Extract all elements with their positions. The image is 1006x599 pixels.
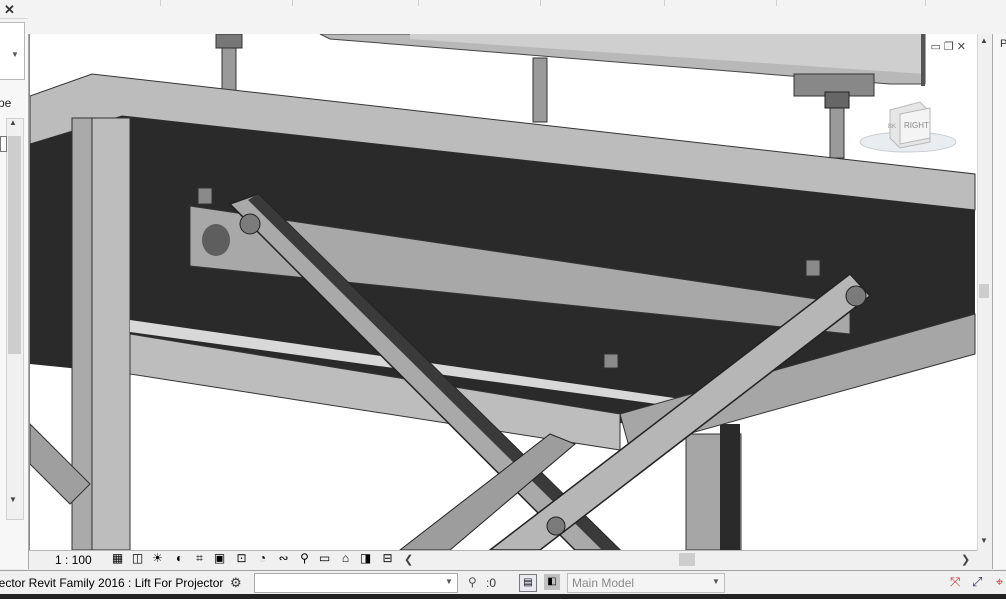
hide-crop-icon[interactable]: ⊟ xyxy=(380,552,395,565)
window-edge xyxy=(0,594,1006,599)
scrollbar-thumb[interactable] xyxy=(979,284,989,298)
close-icon[interactable]: ✕ xyxy=(4,2,24,17)
scroll-down-icon[interactable]: ▼ xyxy=(980,536,988,545)
ribbon-divider xyxy=(160,0,161,6)
scrollbar-thumb[interactable] xyxy=(8,136,21,354)
model-viewport[interactable]: RIGHT BK ▭❐✕ xyxy=(29,34,977,550)
view-cube[interactable]: RIGHT BK xyxy=(859,101,957,153)
project-browser-panel xyxy=(992,34,1006,569)
select-links-icon[interactable]: ⤧ xyxy=(950,574,960,590)
scroll-up-icon[interactable]: ▲ xyxy=(9,118,17,127)
property-checkbox[interactable] xyxy=(0,136,7,152)
scroll-down-icon[interactable]: ▼ xyxy=(9,495,17,504)
ribbon-divider xyxy=(418,0,419,6)
ribbon-strip xyxy=(0,0,1006,35)
ribbon-divider xyxy=(292,0,293,6)
ribbon-divider xyxy=(664,0,665,6)
crop-view-icon[interactable]: ⌗ xyxy=(192,552,207,565)
viewport-window-buttons[interactable]: ▭❐✕ xyxy=(931,40,969,53)
scrollbar-thumb[interactable] xyxy=(679,553,695,566)
temporary-hide-icon[interactable]: ◔ xyxy=(255,552,270,565)
scroll-left-icon[interactable]: ❮ xyxy=(404,553,413,566)
workset-combo[interactable] xyxy=(254,573,458,593)
worksharing-icon[interactable]: ◨ xyxy=(358,552,373,565)
reveal-hidden-icon[interactable]: ∾ xyxy=(276,552,291,565)
model-combo-value[interactable]: Main Model xyxy=(572,576,634,590)
ribbon-divider xyxy=(540,0,541,6)
unlock-3d-icon[interactable]: ⊡ xyxy=(234,552,249,565)
chevron-down-icon[interactable]: ▼ xyxy=(445,577,453,586)
select-pinned-icon[interactable]: ⌖ xyxy=(996,574,1003,590)
lift-model-render: RIGHT BK xyxy=(30,34,976,550)
render-icon[interactable]: ⌂ xyxy=(338,552,353,565)
analytical-model-icon[interactable]: ⚲ xyxy=(297,552,312,565)
show-crop-icon[interactable]: ▣ xyxy=(212,552,227,565)
design-options-icon[interactable]: ▤ xyxy=(519,574,537,592)
selection-count: :0 xyxy=(486,576,497,590)
editable-only-icon[interactable]: ◧ xyxy=(544,574,560,590)
highlight-displacement-icon[interactable]: ▭ xyxy=(317,552,332,565)
scroll-up-icon[interactable]: ▲ xyxy=(980,36,988,45)
select-underlay-icon[interactable]: ⤢ xyxy=(972,574,982,590)
panel-divider xyxy=(0,18,28,19)
filter-icon[interactable]: ⚲ xyxy=(468,575,477,589)
visual-style-icon[interactable]: ◫ xyxy=(130,552,145,565)
edit-type-label[interactable]: pe xyxy=(0,96,11,110)
view-scale[interactable]: 1 : 100 xyxy=(55,553,92,567)
sun-path-icon[interactable]: ☀ xyxy=(150,552,165,565)
ribbon-divider xyxy=(776,0,777,6)
worksets-icon[interactable]: ⚙ xyxy=(230,575,246,590)
chevron-down-icon[interactable]: ▼ xyxy=(712,577,720,586)
ribbon-divider xyxy=(925,0,926,6)
chevron-down-icon[interactable]: ▼ xyxy=(11,50,19,59)
status-title: jector Revit Family 2016 : Lift For Proj… xyxy=(0,576,224,590)
shadows-icon[interactable]: ◐ xyxy=(172,552,187,565)
project-browser-label: P xyxy=(1000,38,1006,50)
detail-level-icon[interactable]: ▦ xyxy=(110,552,125,565)
scroll-right-icon[interactable]: ❯ xyxy=(961,553,970,566)
view-cube-side-label[interactable]: BK xyxy=(888,124,896,130)
view-cube-right-label[interactable]: RIGHT xyxy=(904,121,929,130)
